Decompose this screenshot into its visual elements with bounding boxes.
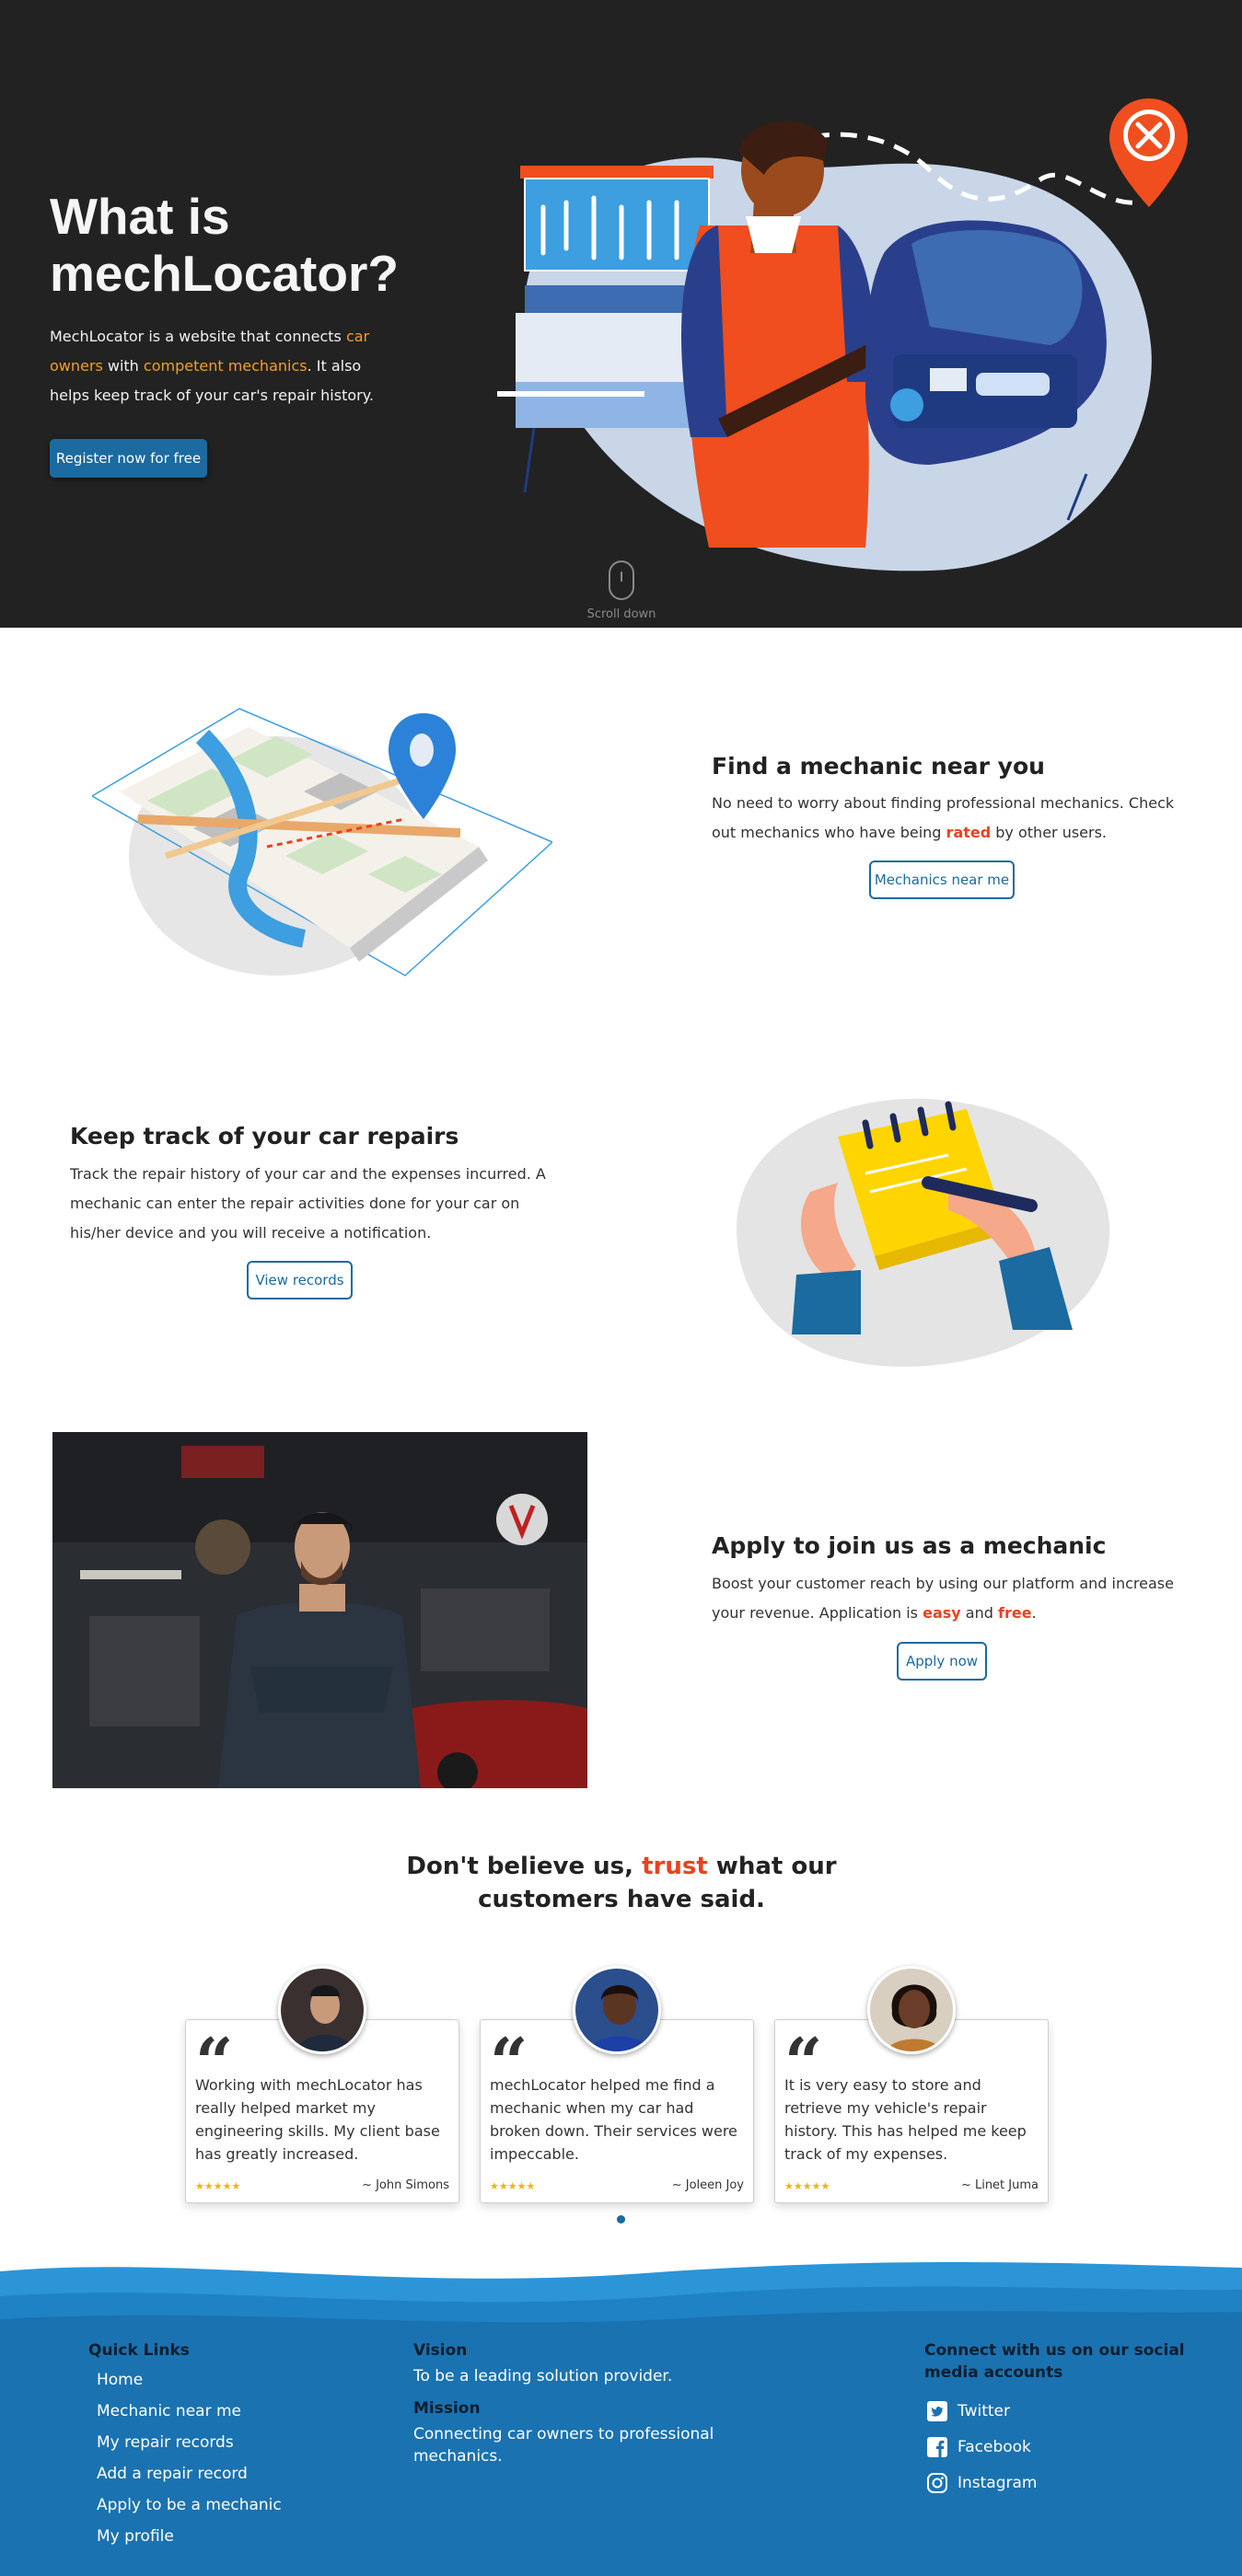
social-label-facebook: Facebook	[958, 2438, 1031, 2456]
track-repairs-text: Track the repair history of your car and…	[70, 1165, 546, 1242]
mission-title: Mission	[413, 2399, 481, 2418]
rating-stars-icon: ★★★★★	[784, 2180, 830, 2192]
instagram-icon	[927, 2473, 947, 2493]
vision-title: Vision	[413, 2341, 468, 2360]
social-link-facebook[interactable]: Facebook	[926, 2436, 1031, 2458]
apply-now-button[interactable]: Apply now	[897, 1642, 987, 1681]
footer-link-mechanic-near-me[interactable]: Mechanic near me	[97, 2402, 241, 2420]
footer-link-repair-records[interactable]: My repair records	[97, 2433, 234, 2452]
facebook-icon	[927, 2437, 947, 2457]
avatar	[278, 1966, 366, 2054]
mechanics-near-me-button[interactable]: Mechanics near me	[869, 861, 1015, 899]
testimonials-heading-trust: trust	[642, 1853, 708, 1880]
find-text-rated: rated	[946, 824, 992, 841]
testimonials-heading: Don't believe us, trust what our custome…	[405, 1850, 838, 1916]
avatar	[573, 1966, 661, 2054]
testimonial-author: ~ John Simons	[362, 2178, 449, 2192]
testimonial-author: ~ Linet Juma	[960, 2178, 1039, 2192]
apply-text-part: .	[1031, 1604, 1037, 1622]
rating-stars-icon: ★★★★★	[490, 2180, 536, 2192]
apply-title: Apply to join us as a mechanic	[712, 1532, 1107, 1559]
testimonial-author: ~ Joleen Joy	[671, 2178, 744, 2192]
testimonials-heading-text: Don't believe us,	[406, 1853, 643, 1880]
quick-links-title: Quick Links	[88, 2341, 190, 2360]
footer: Quick Links Home Mechanic near me My rep…	[0, 2255, 1242, 2576]
mission-text: Connecting car owners to professional me…	[413, 2425, 714, 2466]
hero-title: What is mechLocator?	[50, 188, 399, 302]
find-mechanic-title: Find a mechanic near you	[712, 753, 1045, 780]
twitter-icon	[927, 2401, 947, 2421]
testimonial-text: Working with mechLocator has really help…	[195, 2076, 440, 2163]
rating-stars-icon: ★★★★★	[195, 2180, 241, 2192]
footer-link-add-repair-record[interactable]: Add a repair record	[97, 2465, 248, 2483]
social-title: Connect with us on our social media acco…	[924, 2341, 1185, 2382]
social-label-twitter: Twitter	[958, 2402, 1010, 2420]
hero-section: What is mechLocator? MechLocator is a we…	[0, 0, 1242, 628]
avatar	[867, 1966, 956, 2054]
footer-link-apply-mechanic[interactable]: Apply to be a mechanic	[97, 2496, 282, 2514]
footer-link-my-profile[interactable]: My profile	[97, 2527, 174, 2546]
notepad-illustration	[737, 1098, 1110, 1367]
vision-text: To be a leading solution provider.	[413, 2367, 673, 2385]
social-link-instagram[interactable]: Instagram	[926, 2472, 1038, 2494]
carousel-dot[interactable]	[617, 2215, 625, 2224]
view-records-button[interactable]: View records	[247, 1261, 353, 1300]
hero-desc-text: MechLocator is a website that connects	[50, 328, 346, 345]
testimonial-text: It is very easy to store and retrieve my…	[784, 2076, 1027, 2163]
find-text: by other users.	[991, 824, 1108, 841]
footer-link-home[interactable]: Home	[97, 2371, 143, 2389]
apply-text-easy: easy	[923, 1604, 961, 1622]
find-mechanic-text: No need to worry about finding professio…	[712, 789, 1181, 848]
apply-text: Boost your customer reach by using our p…	[712, 1569, 1190, 1628]
map-illustration	[92, 708, 552, 976]
mechanic-photo	[52, 1432, 587, 1788]
hero-desc-highlight-mechanics: competent mechanics	[143, 357, 308, 375]
scroll-down-label[interactable]: Scroll down	[571, 607, 672, 621]
hero-description: MechLocator is a website that connects c…	[50, 322, 390, 410]
testimonial-text: mechLocator helped me find a mechanic wh…	[490, 2076, 737, 2163]
apply-text-part: and	[960, 1604, 998, 1622]
hero-desc-text: with	[102, 357, 144, 375]
mechanic-illustration	[497, 98, 1188, 572]
social-link-twitter[interactable]: Twitter	[926, 2400, 1010, 2422]
apply-text-free: free	[997, 1604, 1032, 1622]
scroll-mouse-icon[interactable]	[609, 560, 634, 600]
track-repairs-title: Keep track of your car repairs	[70, 1123, 459, 1149]
social-label-instagram: Instagram	[958, 2474, 1038, 2492]
register-button[interactable]: Register now for free	[50, 439, 207, 478]
